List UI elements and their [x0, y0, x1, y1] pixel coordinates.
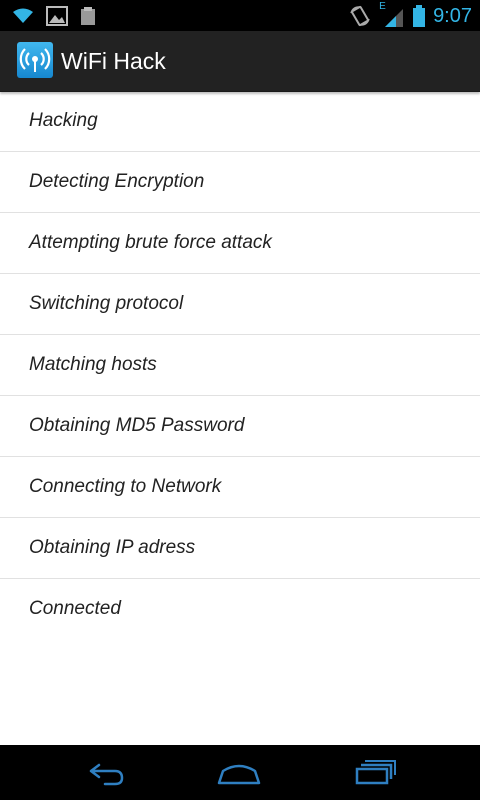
- wifi-broadcast-icon[interactable]: [17, 42, 53, 78]
- list-item[interactable]: Detecting Encryption: [0, 152, 480, 213]
- home-icon: [215, 757, 263, 789]
- list-item-label: Hacking: [29, 110, 98, 131]
- list-item[interactable]: Hacking: [0, 91, 480, 152]
- rotate-icon: [349, 5, 371, 27]
- list-item-label: Obtaining MD5 Password: [29, 415, 245, 436]
- list-item[interactable]: Obtaining IP adress: [0, 518, 480, 579]
- clock: 9:07: [433, 5, 472, 27]
- list-item-label: Connected: [29, 598, 121, 619]
- list-item-label: Switching protocol: [29, 293, 184, 314]
- back-button[interactable]: [81, 757, 129, 789]
- list-item[interactable]: Obtaining MD5 Password: [0, 396, 480, 457]
- list-item-label: Attempting brute force attack: [29, 232, 272, 253]
- list-item-label: Matching hosts: [29, 354, 157, 375]
- list-item[interactable]: Attempting brute force attack: [0, 213, 480, 274]
- list-item[interactable]: Connecting to Network: [0, 457, 480, 518]
- wifi-icon: [12, 8, 34, 24]
- recent-apps-button[interactable]: [351, 757, 399, 789]
- recent-apps-icon: [351, 757, 399, 789]
- system-icons: E 9:07: [349, 1, 472, 28]
- progress-list: Hacking Detecting Encryption Attempting …: [0, 91, 480, 639]
- navigation-bar: [0, 745, 480, 800]
- list-item-label: Detecting Encryption: [29, 171, 205, 192]
- notification-icons: [12, 6, 96, 26]
- clipboard-icon: [80, 6, 96, 26]
- back-icon: [81, 757, 129, 789]
- status-bar: E 9:07: [0, 0, 480, 31]
- signal-icon: E: [379, 1, 405, 27]
- list-item[interactable]: Switching protocol: [0, 274, 480, 335]
- image-icon: [46, 6, 68, 26]
- battery-icon: [413, 5, 426, 27]
- list-item-label: Obtaining IP adress: [29, 537, 196, 558]
- list-item-label: Connecting to Network: [29, 476, 222, 497]
- list-item[interactable]: Matching hosts: [0, 335, 480, 396]
- network-type-label: E: [379, 1, 386, 12]
- home-button[interactable]: [215, 757, 263, 789]
- app-title: WiFi Hack: [61, 48, 166, 74]
- list-item[interactable]: Connected: [0, 579, 480, 639]
- action-bar: WiFi Hack: [0, 31, 480, 92]
